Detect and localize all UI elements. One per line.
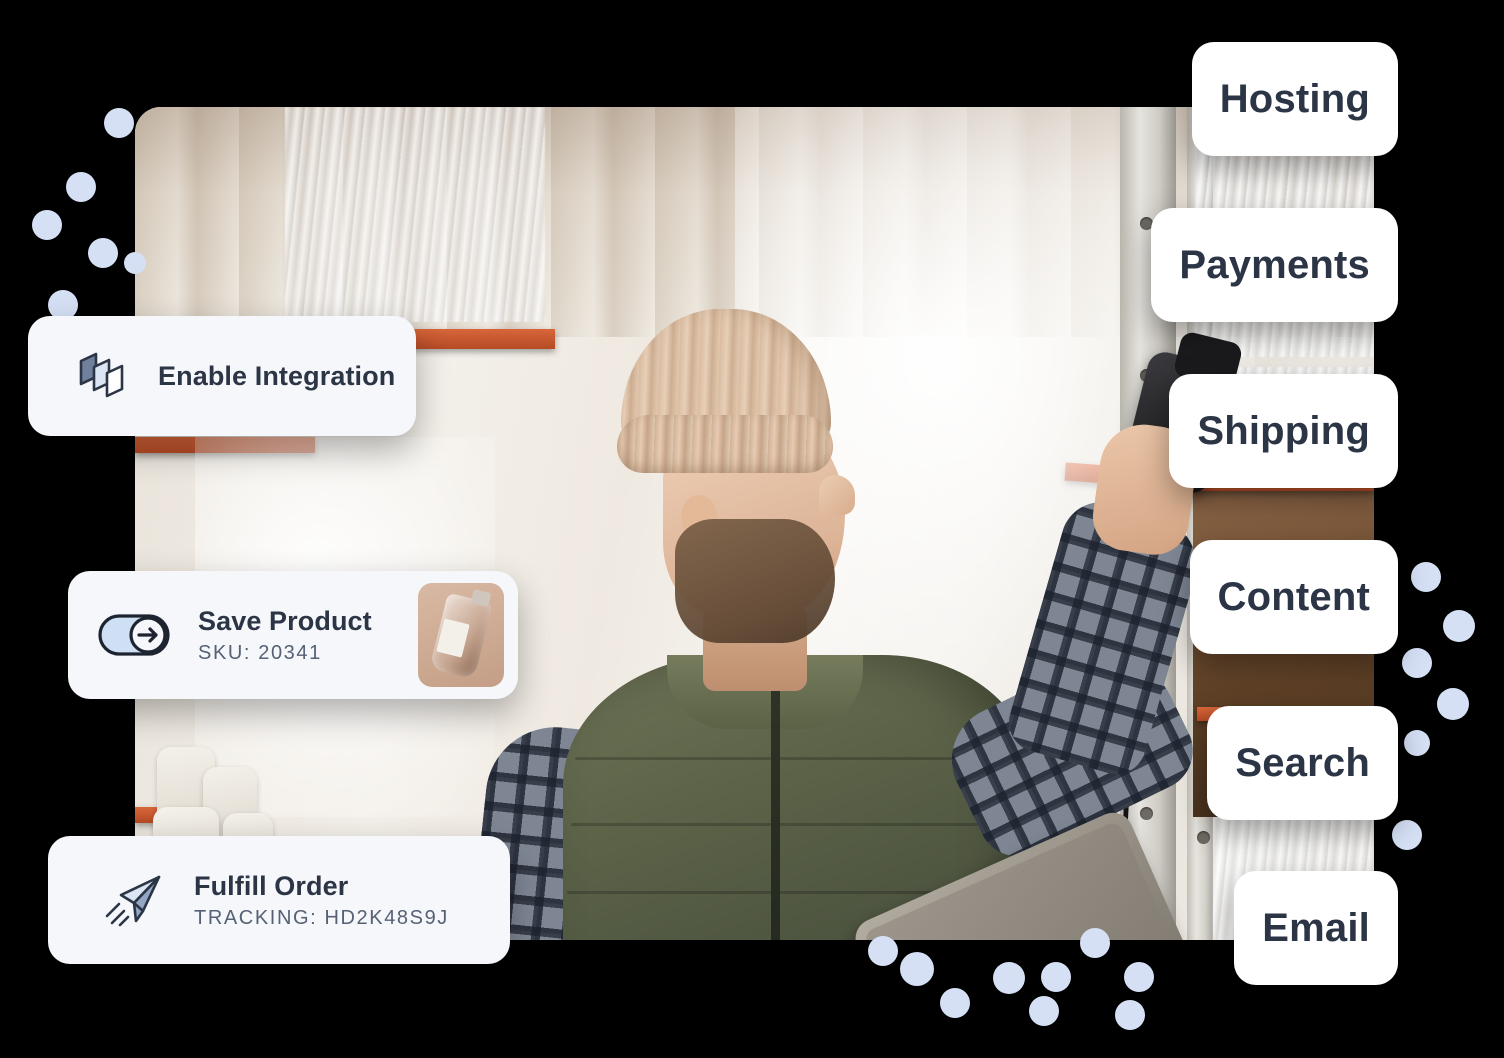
pill-shipping[interactable]: Shipping [1169, 374, 1398, 488]
decorative-dot [1124, 962, 1154, 992]
decorative-dot [868, 936, 898, 966]
pill-email[interactable]: Email [1234, 871, 1398, 985]
card-subtitle: SKU: 20341 [198, 642, 322, 665]
decorative-dot [88, 238, 118, 268]
worker-figure [435, 257, 1262, 940]
decorative-dot [993, 962, 1025, 994]
decorative-dot [1029, 996, 1059, 1026]
decorative-dot [104, 108, 134, 138]
card-fulfill-order[interactable]: Fulfill Order TRACKING: HD2K48S9J [48, 836, 510, 964]
decorative-dot [1041, 962, 1071, 992]
decorative-dot [1443, 610, 1475, 642]
pill-content[interactable]: Content [1189, 540, 1398, 654]
card-title: Fulfill Order [194, 870, 349, 901]
decorative-dot [1392, 820, 1422, 850]
card-title: Save Product [198, 605, 372, 636]
card-title: Enable Integration [158, 360, 396, 391]
card-subtitle: TRACKING: HD2K48S9J [194, 907, 449, 930]
card-enable-integration[interactable]: Enable Integration [28, 316, 416, 436]
decorative-dot [1115, 1000, 1145, 1030]
decorative-dot [32, 210, 62, 240]
decorative-dot [66, 172, 96, 202]
decorative-dot [1402, 648, 1432, 678]
decorative-dot [940, 988, 970, 1018]
decorative-dot [1080, 928, 1110, 958]
hero-composition: Enable Integration Save Product SKU: 203… [0, 0, 1504, 1058]
layers-icon [72, 345, 134, 407]
decorative-dot [1411, 562, 1441, 592]
toggle-arrow-icon[interactable] [98, 611, 170, 659]
pill-hosting[interactable]: Hosting [1191, 42, 1398, 156]
decorative-dot [124, 252, 146, 274]
decorative-dot [1437, 688, 1469, 720]
paper-plane-icon [102, 870, 168, 930]
pill-search[interactable]: Search [1207, 706, 1398, 820]
product-bottle-thumbnail [418, 583, 504, 687]
card-save-product[interactable]: Save Product SKU: 20341 [68, 571, 518, 699]
pill-payments[interactable]: Payments [1151, 208, 1398, 322]
decorative-dot [1404, 730, 1430, 756]
decorative-dot [900, 952, 934, 986]
